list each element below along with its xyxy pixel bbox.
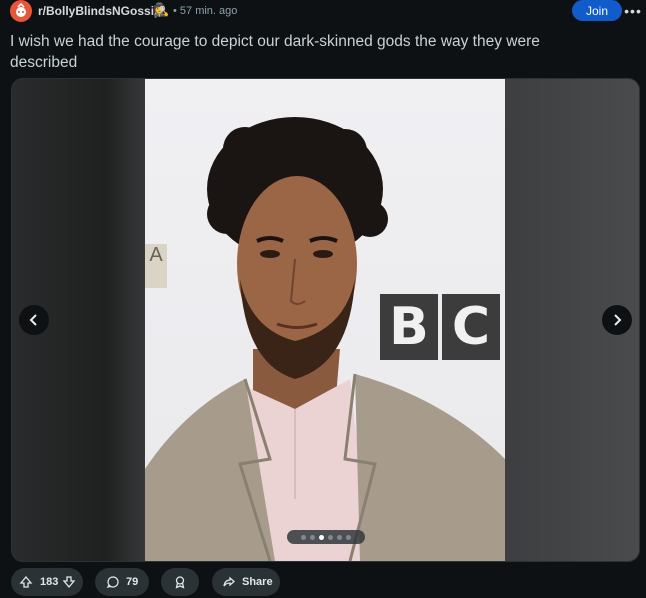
- gallery-dot[interactable]: [337, 534, 342, 540]
- comment-count: 79: [126, 576, 139, 588]
- gallery-dot[interactable]: [319, 534, 324, 540]
- gallery-dot[interactable]: [301, 534, 306, 540]
- gallery-photo[interactable]: A B C: [145, 79, 505, 561]
- post-timestamp: • 57 min. ago: [173, 5, 238, 17]
- comment-icon: [106, 576, 119, 589]
- award-button[interactable]: [161, 568, 199, 596]
- gallery-dot[interactable]: [346, 534, 351, 540]
- upvote-count: 183: [40, 576, 59, 588]
- subreddit-name-link[interactable]: r/BollyBlindsNGossip: [38, 4, 161, 18]
- gallery-pagination: [287, 530, 365, 544]
- upvote-icon[interactable]: [19, 575, 33, 589]
- user-flair-icon: 🕵: [153, 2, 170, 17]
- award-icon: [175, 576, 185, 589]
- post-header: r/BollyBlindsNGossip 🕵 • 57 min. ago Joi…: [10, 0, 643, 22]
- gallery-next-button[interactable]: [602, 305, 632, 335]
- chevron-right-icon: [614, 314, 622, 326]
- vote-control: 183: [11, 568, 83, 596]
- gallery-prev-button[interactable]: [19, 305, 49, 335]
- more-options-button[interactable]: •••: [623, 0, 643, 21]
- comments-button[interactable]: 79: [95, 568, 149, 596]
- subreddit-avatar-icon[interactable]: [10, 0, 32, 22]
- share-label: Share: [242, 576, 273, 588]
- gallery-dot[interactable]: [328, 534, 333, 540]
- post-actions-bar: 183 79 Share: [11, 568, 641, 596]
- chevron-left-icon: [29, 314, 37, 326]
- image-gallery[interactable]: A B C: [11, 78, 640, 562]
- downvote-icon[interactable]: [62, 575, 76, 589]
- gallery-dot[interactable]: [310, 534, 315, 540]
- share-icon: [223, 576, 235, 587]
- join-button[interactable]: Join: [572, 0, 622, 21]
- post-title[interactable]: I wish we had the courage to depict our …: [10, 31, 610, 73]
- portrait-illustration: [145, 117, 505, 561]
- share-button[interactable]: Share: [212, 568, 280, 596]
